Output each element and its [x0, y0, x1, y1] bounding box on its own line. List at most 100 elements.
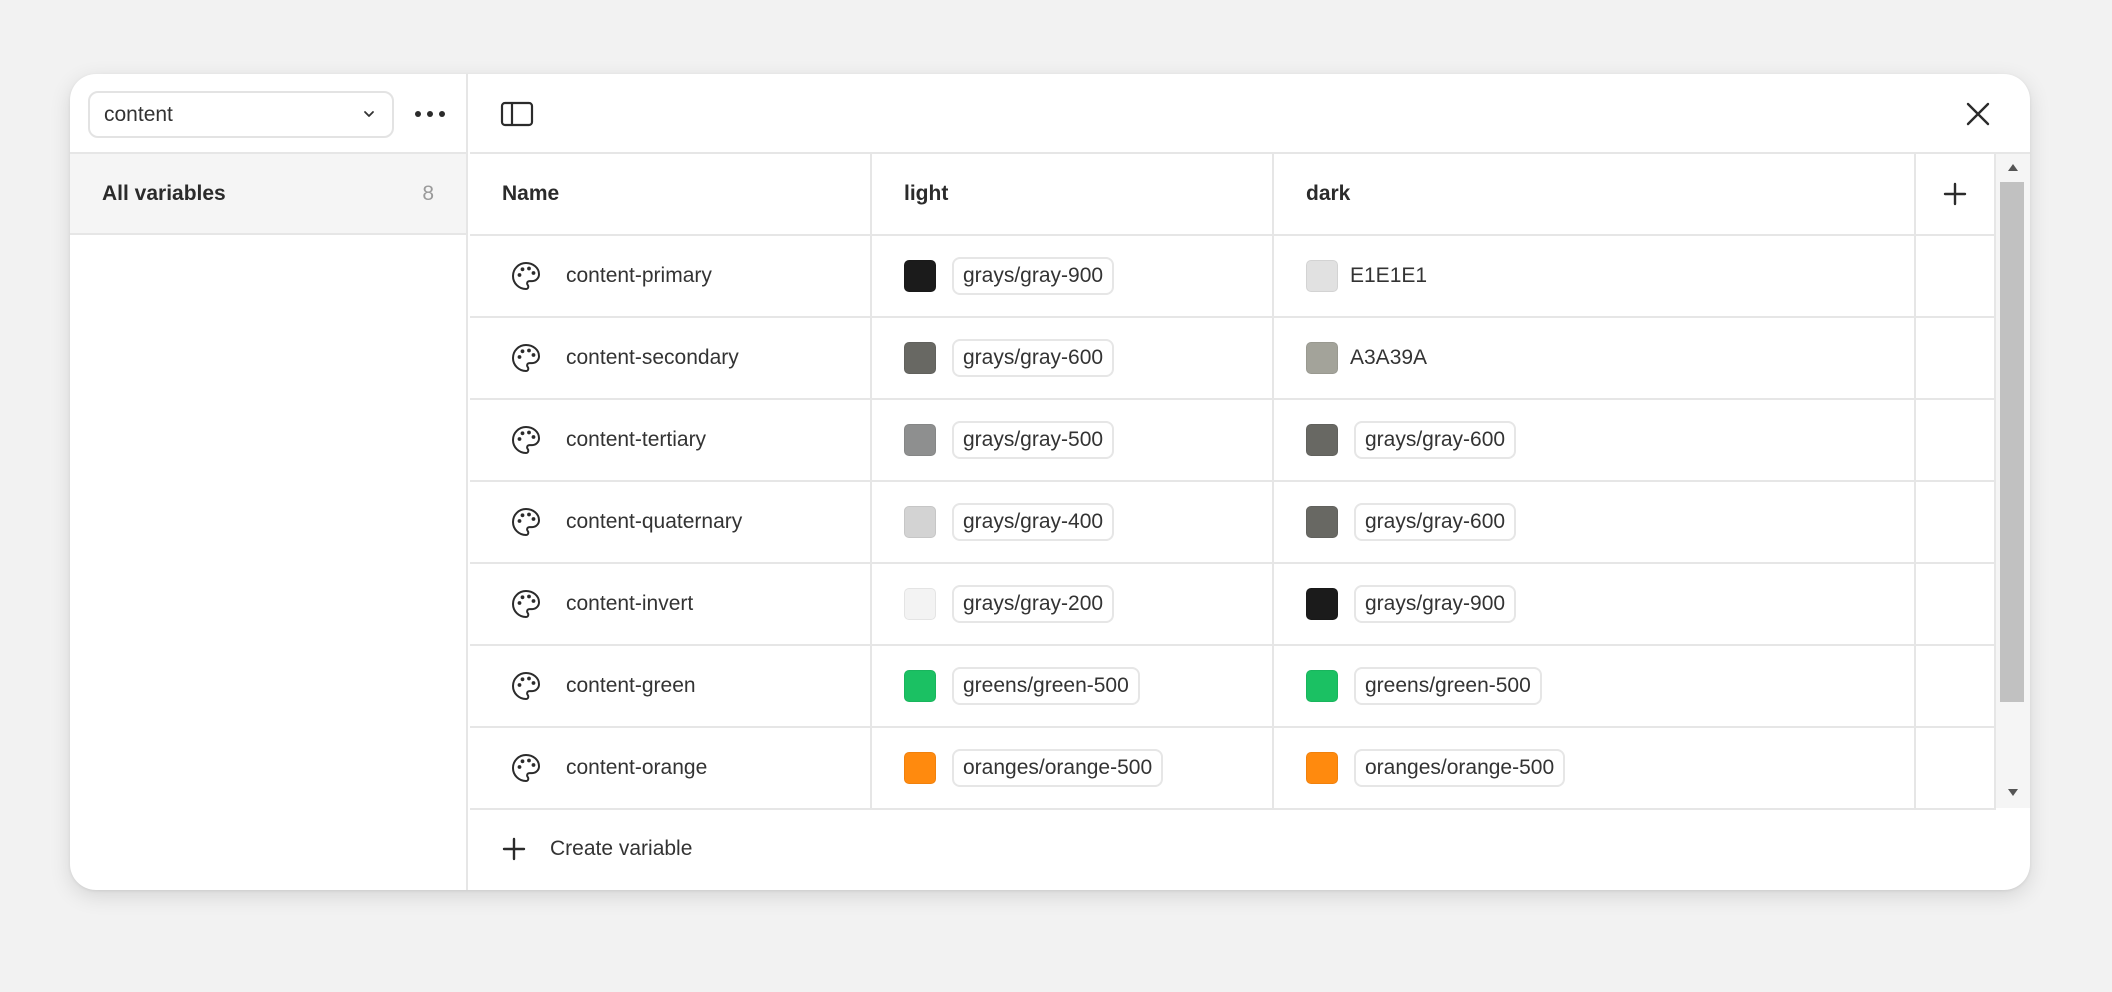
dark-value-cell[interactable]: grays/gray-900 — [1274, 564, 1916, 644]
color-swatch[interactable] — [1306, 506, 1338, 538]
add-mode-button[interactable] — [1916, 154, 1996, 234]
alias-chip[interactable]: grays/gray-600 — [952, 339, 1115, 377]
light-value-cell[interactable]: grays/gray-400 — [872, 482, 1274, 562]
palette-icon — [512, 754, 540, 782]
dark-value-cell[interactable]: grays/gray-600 — [1274, 482, 1916, 562]
empty-cell — [1916, 318, 1996, 398]
empty-cell — [1916, 400, 1996, 480]
close-button[interactable] — [1964, 100, 1992, 128]
color-swatch[interactable] — [904, 424, 936, 456]
color-swatch[interactable] — [904, 670, 936, 702]
color-swatch[interactable] — [904, 506, 936, 538]
scroll-up-arrow-icon[interactable] — [2007, 162, 2019, 172]
dark-value-cell[interactable]: oranges/orange-500 — [1274, 728, 1916, 808]
variable-name: content-invert — [566, 592, 694, 615]
light-value-cell[interactable]: grays/gray-600 — [872, 318, 1274, 398]
table-scrollbar[interactable] — [1996, 154, 2030, 808]
color-swatch[interactable] — [1306, 670, 1338, 702]
palette-icon — [512, 508, 540, 536]
dark-value-cell[interactable]: grays/gray-600 — [1274, 400, 1916, 480]
column-header-light[interactable]: light — [872, 154, 1274, 234]
toggle-sidebar-button[interactable] — [500, 100, 534, 128]
alias-chip[interactable]: grays/gray-200 — [952, 585, 1115, 623]
table-header: Name light dark — [470, 154, 1996, 236]
table-row[interactable]: content-orange oranges/orange-500 oranges/… — [470, 728, 1996, 810]
color-swatch[interactable] — [904, 752, 936, 784]
empty-cell — [1916, 728, 1996, 808]
dark-value-cell[interactable]: E1E1E1 — [1274, 236, 1916, 316]
create-variable-label: Create variable — [550, 837, 693, 860]
variables-table: Name light dark content-primary grays/gra… — [470, 154, 1996, 810]
palette-icon — [512, 262, 540, 290]
variable-name: content-primary — [566, 264, 712, 287]
variable-name: content-green — [566, 674, 696, 697]
alias-chip[interactable]: grays/gray-900 — [952, 257, 1115, 295]
sidebar-item-all-variables[interactable]: All variables 8 — [70, 154, 466, 235]
collection-select-value: content — [104, 102, 173, 126]
color-swatch[interactable] — [904, 588, 936, 620]
dark-value-cell[interactable]: greens/green-500 — [1274, 646, 1916, 726]
variable-name: content-tertiary — [566, 428, 707, 451]
chevron-down-icon — [364, 111, 374, 117]
hex-value[interactable]: A3A39A — [1350, 346, 1427, 370]
palette-icon — [512, 426, 540, 454]
table-row[interactable]: content-secondary grays/gray-600 A3A39A — [470, 318, 1996, 400]
empty-cell — [1916, 482, 1996, 562]
color-swatch[interactable] — [1306, 424, 1338, 456]
variable-name-cell[interactable]: content-tertiary — [470, 400, 872, 480]
palette-icon — [512, 344, 540, 372]
color-swatch[interactable] — [1306, 588, 1338, 620]
alias-chip[interactable]: oranges/orange-500 — [952, 749, 1164, 787]
variable-name-cell[interactable]: content-secondary — [470, 318, 872, 398]
dark-value-cell[interactable]: A3A39A — [1274, 318, 1916, 398]
alias-chip[interactable]: grays/gray-600 — [1354, 503, 1517, 541]
plus-icon — [1943, 182, 1967, 206]
alias-chip[interactable]: grays/gray-500 — [952, 421, 1115, 459]
scroll-down-arrow-icon[interactable] — [2007, 788, 2019, 798]
color-swatch[interactable] — [1306, 260, 1338, 292]
palette-icon — [512, 590, 540, 618]
create-variable-button[interactable]: Create variable — [470, 808, 2030, 890]
more-options-button[interactable] — [410, 96, 450, 132]
alias-chip[interactable]: oranges/orange-500 — [1354, 749, 1566, 787]
all-variables-count: 8 — [422, 181, 434, 205]
empty-cell — [1916, 564, 1996, 644]
table-row[interactable]: content-tertiary grays/gray-500 grays/gray… — [470, 400, 1996, 482]
alias-chip[interactable]: greens/green-500 — [952, 667, 1140, 705]
light-value-cell[interactable]: grays/gray-500 — [872, 400, 1274, 480]
color-swatch[interactable] — [904, 260, 936, 292]
color-swatch[interactable] — [1306, 342, 1338, 374]
alias-chip[interactable]: greens/green-500 — [1354, 667, 1542, 705]
variable-name-cell[interactable]: content-orange — [470, 728, 872, 808]
variable-name: content-quaternary — [566, 510, 743, 533]
table-row[interactable]: content-invert grays/gray-200 grays/gray-9… — [470, 564, 1996, 646]
table-body: content-primary grays/gray-900 E1E1E1 conte… — [470, 236, 1996, 810]
variable-name-cell[interactable]: content-primary — [470, 236, 872, 316]
variable-name-cell[interactable]: content-green — [470, 646, 872, 726]
scrollbar-thumb[interactable] — [2000, 182, 2024, 702]
table-row[interactable]: content-green greens/green-500 greens/gree… — [470, 646, 1996, 728]
alias-chip[interactable]: grays/gray-600 — [1354, 421, 1517, 459]
color-swatch[interactable] — [904, 342, 936, 374]
table-row[interactable]: content-quaternary grays/gray-400 grays/gr… — [470, 482, 1996, 564]
alias-chip[interactable]: grays/gray-900 — [1354, 585, 1517, 623]
toolbar — [470, 74, 2030, 154]
empty-cell — [1916, 236, 1996, 316]
light-value-cell[interactable]: grays/gray-900 — [872, 236, 1274, 316]
color-swatch[interactable] — [1306, 752, 1338, 784]
column-header-dark[interactable]: dark — [1274, 154, 1916, 234]
light-value-cell[interactable]: greens/green-500 — [872, 646, 1274, 726]
empty-cell — [1916, 646, 1996, 726]
light-value-cell[interactable]: grays/gray-200 — [872, 564, 1274, 644]
alias-chip[interactable]: grays/gray-400 — [952, 503, 1115, 541]
table-row[interactable]: content-primary grays/gray-900 E1E1E1 — [470, 236, 1996, 318]
collection-select[interactable]: content — [88, 91, 394, 138]
palette-icon — [512, 672, 540, 700]
hex-value[interactable]: E1E1E1 — [1350, 264, 1427, 288]
collections-sidebar: content All variables 8 — [70, 74, 468, 890]
variable-name-cell[interactable]: content-invert — [470, 564, 872, 644]
light-value-cell[interactable]: oranges/orange-500 — [872, 728, 1274, 808]
variable-name-cell[interactable]: content-quaternary — [470, 482, 872, 562]
variable-name: content-secondary — [566, 346, 739, 369]
variables-panel: content All variables 8 Name light dark … — [70, 74, 2030, 890]
